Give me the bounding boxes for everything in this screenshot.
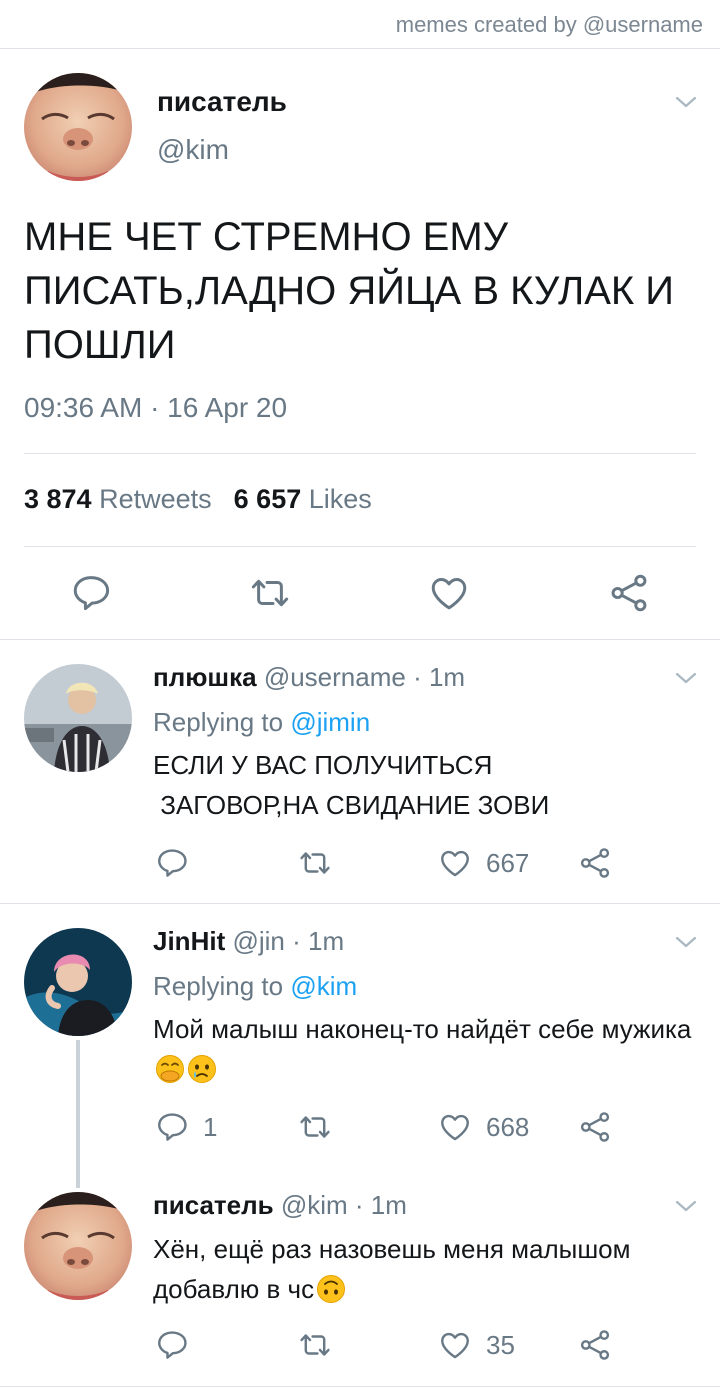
divider [24,546,696,547]
avatar[interactable] [24,73,132,181]
retweet-button[interactable] [298,1328,332,1362]
like-icon [438,1110,472,1144]
like-count: 668 [486,1111,530,1142]
reply-author-handle[interactable]: @jin [232,926,284,956]
reply-icon [155,1110,189,1144]
reply-icon [70,572,112,614]
reply-author-name[interactable]: писатель [153,1190,274,1220]
share-icon [578,1328,612,1362]
replying-to: Replying to @kim [153,971,357,1002]
reply-time: · 1m [354,1190,407,1220]
share-button[interactable] [578,1110,612,1144]
reply-author-name[interactable]: плюшка [153,662,257,692]
reply-text: Мой малыш наконец-то найдёт себе мужика [153,1014,692,1044]
tweet-author-name[interactable]: писатель [157,86,287,118]
reply-icon [155,846,189,880]
reply-button[interactable] [155,1328,189,1362]
tweet-author-handle[interactable]: @kim [157,134,229,166]
like-button[interactable]: 35 [438,1328,515,1362]
reply-author-name[interactable]: JinHit [153,926,225,956]
share-icon [578,846,612,880]
tweet-timestamp: 09:36 AM · 16 Apr 20 [24,392,288,423]
reply-header: писатель @kim · 1m [153,1190,407,1221]
like-icon [428,572,470,614]
thread-line [76,1040,80,1188]
reply-button[interactable] [155,846,189,880]
replying-to: Replying to @jimin [153,707,370,738]
divider [0,903,720,904]
like-icon [438,846,472,880]
avatar[interactable] [24,928,132,1036]
upside-down-face-emoji [316,1274,346,1304]
share-button[interactable] [578,1328,612,1362]
crying-face-emoji [187,1054,217,1084]
watermark: memes created by @username [395,12,703,37]
retweet-icon [249,572,291,614]
divider [0,639,720,640]
hand-over-mouth-emoji [155,1054,185,1084]
reply-count: 1 [203,1111,218,1142]
replying-label: Replying to [153,707,284,737]
reply-header: плюшка @username · 1m [153,662,465,693]
reply-icon [155,1328,189,1362]
chevron-down-icon[interactable] [674,1198,698,1214]
like-count: 667 [486,847,530,878]
retweet-icon [298,846,332,880]
chevron-down-icon[interactable] [674,94,698,110]
like-button[interactable] [428,572,470,614]
replying-to-link[interactable]: @kim [290,971,357,1001]
retweet-icon [298,1110,332,1144]
share-button[interactable] [608,572,650,614]
reply-header: JinHit @jin · 1m [153,926,344,957]
avatar[interactable] [24,664,132,772]
reply-button[interactable]: 1 [155,1110,217,1144]
like-count: 35 [486,1329,515,1360]
reply-time: · 1m [292,926,345,956]
reply-text-container: Хён, ещё раз назовешь меня малышом добав… [153,1229,713,1309]
share-icon [608,572,650,614]
chevron-down-icon[interactable] [674,934,698,950]
reply-text: Хён, ещё раз назовешь меня малышом добав… [153,1234,638,1304]
header-divider [0,48,720,49]
reply-text-container: Мой малыш наконец-то найдёт себе мужика [153,1009,713,1089]
tweet-text: МНЕ ЧЕТ СТРЕМНО ЕМУ ПИСАТЬ,ЛАДНО ЯЙЦА В … [24,215,675,367]
like-icon [438,1328,472,1362]
retweets-count[interactable]: 3 874 [24,484,92,514]
retweet-button[interactable] [298,846,332,880]
reply-time: · 1m [413,662,466,692]
share-icon [578,1110,612,1144]
reply-author-handle[interactable]: @kim [281,1190,348,1220]
reply-button[interactable] [70,572,112,614]
retweet-button[interactable] [298,1110,332,1144]
like-button[interactable]: 668 [438,1110,529,1144]
divider [0,1386,720,1387]
avatar[interactable] [24,1192,132,1300]
like-button[interactable]: 667 [438,846,529,880]
share-button[interactable] [578,846,612,880]
likes-label[interactable]: Likes [309,484,372,514]
replying-to-link[interactable]: @jimin [290,707,370,737]
likes-count[interactable]: 6 657 [234,484,302,514]
divider [24,453,696,454]
retweet-icon [298,1328,332,1362]
retweet-button[interactable] [249,572,291,614]
chevron-down-icon[interactable] [674,670,698,686]
replying-label: Replying to [153,971,284,1001]
retweets-label[interactable]: Retweets [99,484,212,514]
reply-author-handle[interactable]: @username [264,662,406,692]
reply-text: ЕСЛИ У ВАС ПОЛУЧИТЬСЯ ЗАГОВОР,НА СВИДАНИ… [153,750,550,820]
tweet-stats: 3 874 Retweets 6 657 Likes [24,484,372,515]
